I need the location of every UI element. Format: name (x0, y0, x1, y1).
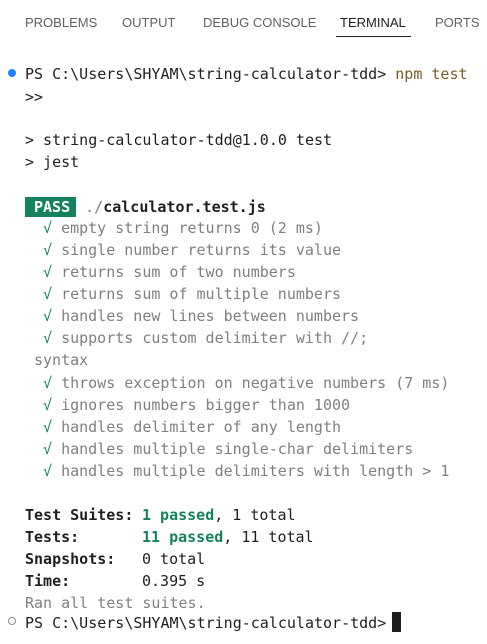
check-icon: √ (43, 219, 53, 237)
script-line: > jest (25, 153, 80, 171)
test-file-name: calculator.test.js (103, 198, 266, 216)
check-icon: √ (43, 418, 53, 436)
test-file-dir: ./ (85, 198, 104, 216)
pass-line: PASS ./calculator.test.js (25, 196, 266, 218)
test-result-row: √ returns sum of multiple numbers (43, 285, 342, 303)
test-result-row: √ ignores numbers bigger than 1000 (43, 396, 351, 414)
check-icon: √ (43, 374, 53, 392)
summary-tests: Tests: 11 passed, 11 total (25, 528, 314, 546)
check-icon: √ (43, 462, 53, 480)
check-icon: √ (43, 396, 53, 414)
terminal-cursor (392, 612, 402, 632)
check-icon: √ (43, 285, 53, 303)
test-result-row: √ handles multiple single-char delimiter… (43, 440, 414, 458)
test-result-row: √ supports custom delimiter with //; (43, 329, 369, 347)
test-result-row: √ handles delimiter of any length (43, 418, 342, 436)
check-icon: √ (43, 440, 53, 458)
final-prompt-text: PS C:\Users\SHYAM\string-calculator-tdd> (25, 614, 387, 632)
final-prompt-line[interactable]: PS C:\Users\SHYAM\string-calculator-tdd> (25, 612, 402, 634)
check-icon: √ (43, 241, 53, 259)
terminal-output[interactable]: PS C:\Users\SHYAM\string-calculator-tdd>… (0, 0, 487, 644)
test-result-row: √ handles new lines between numbers (43, 307, 360, 325)
test-result-row: √ returns sum of two numbers (43, 263, 296, 281)
test-result-wrap: syntax (34, 351, 89, 369)
continuation-line: >> (25, 88, 44, 106)
prompt-idle-dot-icon[interactable] (8, 617, 16, 625)
command-success-dot-icon[interactable] (8, 69, 16, 77)
command-text: npm test (395, 65, 468, 83)
command-line: PS C:\Users\SHYAM\string-calculator-tdd>… (25, 63, 468, 85)
check-icon: √ (43, 329, 53, 347)
check-icon: √ (43, 263, 53, 281)
test-result-row: √ throws exception on negative numbers (… (43, 374, 450, 392)
script-line: > string-calculator-tdd@1.0.0 test (25, 131, 333, 149)
summary-ran-all: Ran all test suites. (25, 594, 206, 612)
test-result-row: √ single number returns its value (43, 241, 342, 259)
test-result-row: √ empty string returns 0 (2 ms) (43, 219, 323, 237)
summary-time: Time: 0.395 s (25, 572, 206, 590)
prompt-text: PS C:\Users\SHYAM\string-calculator-tdd> (25, 65, 387, 83)
pass-badge: PASS (25, 197, 77, 217)
summary-snapshots: Snapshots: 0 total (25, 550, 206, 568)
check-icon: √ (43, 307, 53, 325)
test-result-row: √ handles multiple delimiters with lengt… (43, 462, 450, 480)
summary-suites: Test Suites: 1 passed, 1 total (25, 506, 296, 524)
